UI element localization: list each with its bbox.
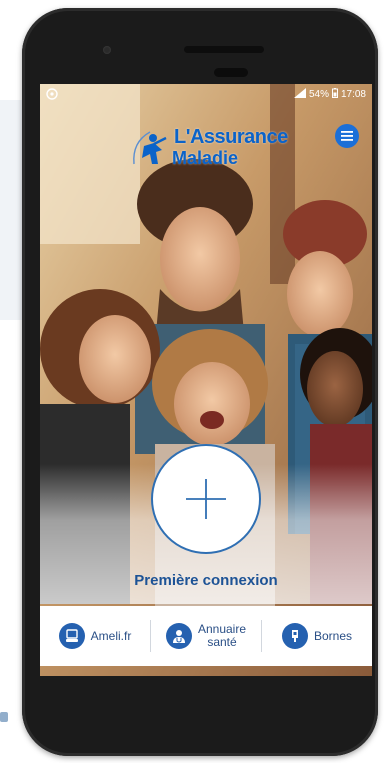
assurance-maladie-logo: L'Assurance Maladie: [128, 124, 298, 180]
nav-annuaire-sante[interactable]: Annuaire santé: [151, 616, 261, 656]
signal-icon: [293, 87, 306, 101]
nav-ameli[interactable]: Ameli.fr: [40, 616, 150, 656]
earpiece-speaker: [184, 46, 264, 53]
nav-annuaire-label-line2: santé: [207, 635, 237, 649]
nav-bornes[interactable]: Bornes: [262, 616, 372, 656]
front-camera: [103, 46, 111, 54]
first-connection-button[interactable]: [151, 444, 261, 554]
doctor-icon: [165, 623, 192, 649]
battery-icon: [331, 87, 338, 101]
bottom-nav: Ameli.fr Annuaire santé Bornes: [40, 606, 372, 666]
plus-icon: [186, 479, 226, 519]
nav-annuaire-label-line1: Annuaire: [197, 622, 247, 636]
logo-figure-icon: [133, 131, 167, 165]
computer-icon: [58, 623, 85, 649]
battery-percent: 54%: [308, 88, 329, 100]
first-connection-label[interactable]: Première connexion: [40, 572, 372, 589]
proximity-sensor: [214, 68, 248, 77]
hamburger-menu-icon: [341, 131, 353, 141]
clock: 17:08: [340, 88, 366, 100]
nav-ameli-label: Ameli.fr: [90, 628, 132, 643]
menu-button[interactable]: [335, 124, 359, 148]
logo-text-line2: Maladie: [172, 148, 239, 168]
logo-text-line1: L'Assurance: [174, 126, 288, 148]
kiosk-icon: [281, 623, 308, 649]
status-right: 54% 17:08: [293, 87, 366, 101]
nav-bornes-label: Bornes: [313, 628, 353, 643]
app-screen: 54% 17:08 L'Assurance Maladie Première c…: [40, 84, 372, 676]
notification-icon: [46, 88, 106, 100]
status-bar: 54% 17:08: [40, 84, 372, 104]
background-edge: [0, 712, 8, 722]
nav-annuaire-label: Annuaire santé: [198, 623, 246, 649]
